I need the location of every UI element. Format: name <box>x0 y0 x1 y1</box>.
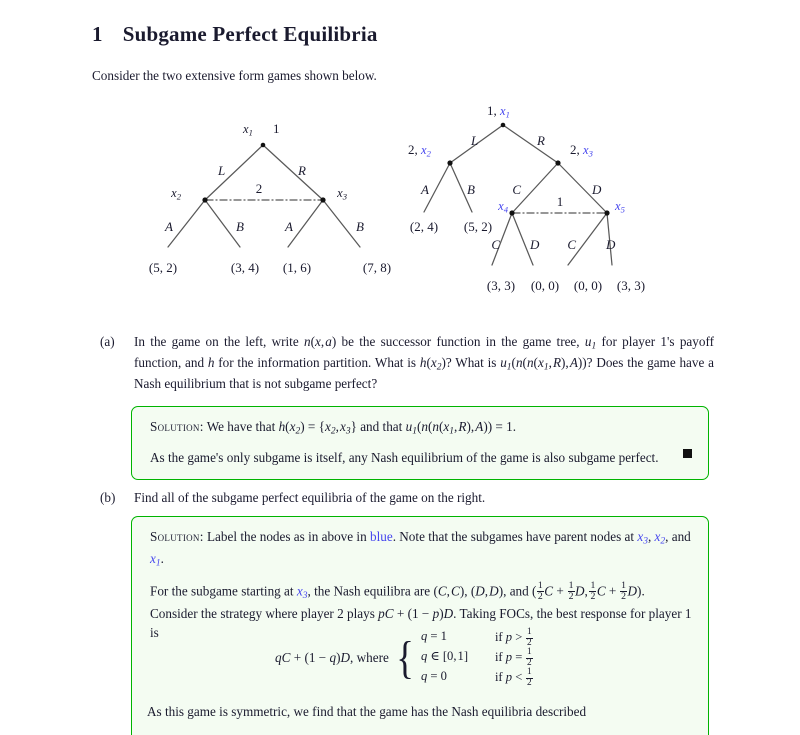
left-tree-action-R: R <box>297 163 306 178</box>
blue-word: blue <box>369 529 393 544</box>
solution-a-paragraph-2: As the game's only subgame is itself, an… <box>150 448 692 467</box>
right-tree-action-A: A <box>420 182 429 197</box>
right-tree-node-x5-label: x5 <box>614 199 626 215</box>
qed-symbol <box>683 448 692 463</box>
section-title: Subgame Perfect Equilibria <box>122 22 378 46</box>
game-trees-svg: x1 1 L R x2 x3 2 A B A B (5, 2) (3, 4) (… <box>149 103 645 293</box>
right-tree-payoff-3: (0, 0) <box>574 278 602 293</box>
intro-paragraph: Consider the two extensive form games sh… <box>92 68 377 83</box>
left-tree-node-x3-label: x3 <box>336 186 347 202</box>
case-2-condition-rhs: if p = 12 <box>494 647 533 668</box>
solution-b-keyword: Solution: <box>150 529 204 544</box>
document-page: 1 Subgame Perfect Equilibria Consider the… <box>0 0 800 735</box>
right-tree-action-D1: D <box>529 237 540 252</box>
case-1-condition-rhs: if p > 12 <box>494 627 533 648</box>
question-item-b: (b) Find all of the subgame perfect equi… <box>100 489 714 508</box>
left-tree-action-A1: A <box>164 219 173 234</box>
cases-equation: qC + (1 − q)D, where { q = 1 if p > 12 q… <box>131 627 709 688</box>
case-row-1: q = 1 if p > 12 <box>420 627 565 648</box>
solution-box-a: Solution: We have that h(x2) = {x2, x3} … <box>131 406 709 480</box>
left-tree-action-B1: B <box>236 219 244 234</box>
left-tree-payoff-1: (5, 2) <box>149 260 177 275</box>
question-a-body: In the game on the left, write n(x, a) b… <box>134 334 714 392</box>
question-b-body: Find all of the subgame perfect equilibr… <box>134 490 486 505</box>
right-tree-payoff-2: (0, 0) <box>531 278 559 293</box>
solution-a-keyword: Solution: <box>150 419 204 434</box>
page-title: 1 Subgame Perfect Equilibria <box>92 22 378 47</box>
right-tree-payoff-B: (5, 2) <box>464 219 492 234</box>
right-tree-node-x4-label: x4 <box>497 199 509 215</box>
left-brace: { <box>396 631 414 683</box>
case-row-3: q = 0 if p < 12 <box>420 667 565 688</box>
figure-extensive-form-games: x1 1 L R x2 x3 2 A B A B (5, 2) (3, 4) (… <box>0 95 800 310</box>
right-tree-action-R: R <box>536 133 545 148</box>
left-tree-payoff-4: (7, 8) <box>363 260 391 275</box>
question-b-label: (b) <box>100 490 116 505</box>
case-1-condition-lhs: q = 1 <box>420 629 447 643</box>
question-item-a: (a) In the game on the left, write n(x, … <box>100 333 714 394</box>
equation-lead: qC + (1 − q)D, where <box>275 650 389 665</box>
left-tree-root-player: 1 <box>273 121 280 136</box>
case-3-condition-lhs: q = 0 <box>420 669 447 683</box>
question-a-label: (a) <box>100 334 115 349</box>
left-tree-payoff-3: (1, 6) <box>283 260 311 275</box>
right-tree-action-D-upper: D <box>591 182 602 197</box>
solution-b-paragraph-3: As this game is symmetric, we find that … <box>147 704 587 719</box>
solution-b-paragraph-1: Solution: Label the nodes as in above in… <box>150 529 691 570</box>
left-tree-infoset-player: 2 <box>256 181 263 196</box>
left-tree-root-node-label: x1 <box>242 122 253 138</box>
right-tree-node-x3-label: x3 <box>582 143 593 159</box>
right-tree-root-node-label: x1 <box>499 104 510 120</box>
right-tree-payoff-A: (2, 4) <box>410 219 438 234</box>
right-tree-action-C-upper: C <box>512 182 521 197</box>
right-tree-action-B: B <box>467 182 475 197</box>
right-tree-payoff-4: (3, 3) <box>617 278 645 293</box>
right-tree-action-D2: D <box>605 237 616 252</box>
case-3-condition-rhs: if p < 12 <box>494 667 533 688</box>
right-tree-node-x2-label: x2 <box>420 143 432 159</box>
left-tree-node-x2-label: x2 <box>170 186 182 202</box>
right-tree-payoff-1: (3, 3) <box>487 278 515 293</box>
case-2-condition-lhs: q ∈ [0, 1] <box>420 649 469 663</box>
case-row-2: q ∈ [0, 1] if p = 12 <box>420 647 565 668</box>
right-tree-x2-player: 2, <box>408 142 418 157</box>
right-tree-action-L: L <box>470 133 478 148</box>
right-tree-x3-player: 2, <box>570 142 580 157</box>
left-tree-action-B2: B <box>356 219 364 234</box>
cases-list: q = 1 if p > 12 q ∈ [0, 1] if p = 12 q =… <box>420 627 565 688</box>
right-tree-root-player: 1, <box>487 103 497 118</box>
solution-a-text: As the game's only subgame is itself, an… <box>150 450 659 466</box>
right-tree-action-C1: C <box>491 237 500 252</box>
left-tree-action-A2: A <box>284 219 293 234</box>
solution-a-paragraph-1: Solution: We have that h(x2) = {x2, x3} … <box>150 419 517 437</box>
right-tree-infoset-player: 1 <box>557 194 564 209</box>
right-tree-action-C2: C <box>567 237 576 252</box>
section-number: 1 <box>92 22 103 46</box>
left-tree-action-L: L <box>217 163 225 178</box>
left-tree-payoff-2: (3, 4) <box>231 260 259 275</box>
